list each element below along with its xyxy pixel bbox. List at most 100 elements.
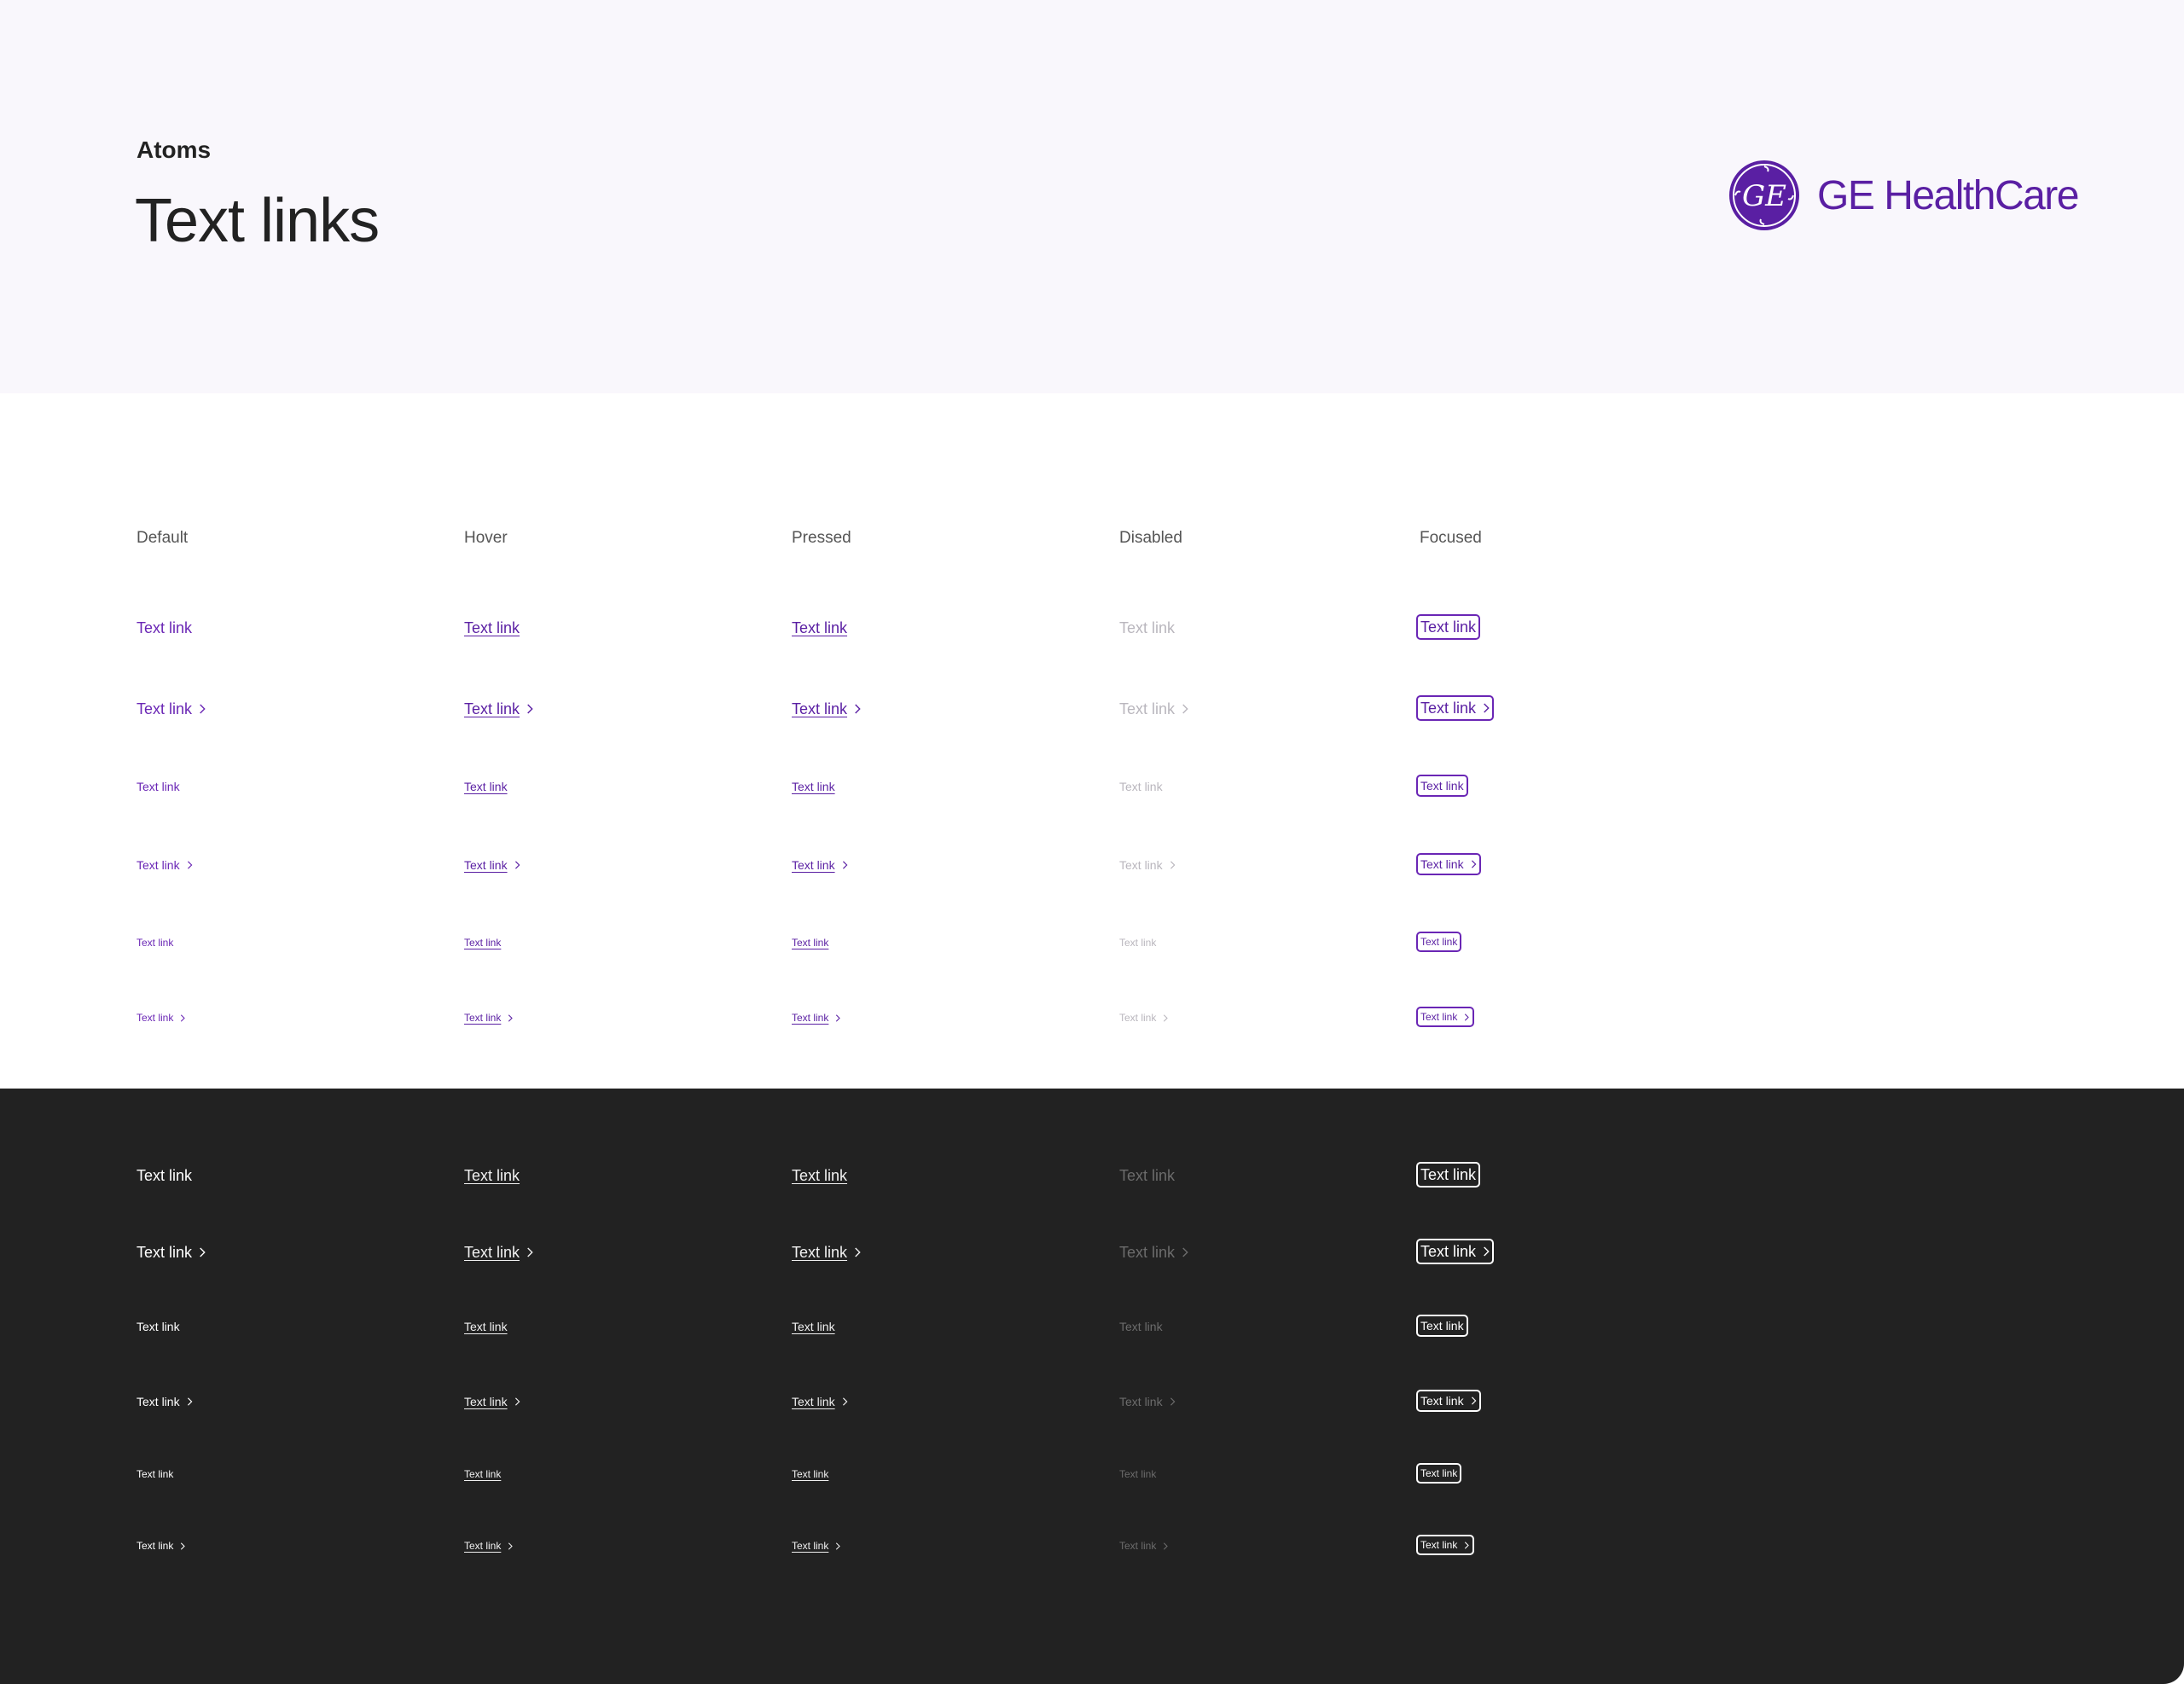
text-link-label: Text link	[464, 1468, 502, 1480]
text-link-label: Text link	[1119, 1244, 1176, 1261]
text-link-light-default-small-chevron[interactable]: Text link	[136, 1013, 186, 1023]
text-link-dark-default-medium[interactable]: Text link	[136, 1321, 180, 1333]
dark-theme-section	[0, 1089, 2184, 1684]
text-link-light-default-medium[interactable]: Text link	[136, 781, 180, 793]
text-link-light-focused-large[interactable]: Text link	[1416, 614, 1481, 640]
text-link-light-hover-small[interactable]: Text link	[464, 938, 501, 948]
column-header-focused: Focused	[1420, 529, 1482, 547]
page-title: Text links	[135, 187, 380, 255]
text-link-dark-default-large-chevron[interactable]: Text link	[136, 1245, 206, 1260]
text-link-dark-hover-small[interactable]: Text link	[464, 1469, 501, 1479]
text-link-dark-focused-large[interactable]: Text link	[1416, 1162, 1481, 1188]
text-link-light-pressed-small[interactable]: Text link	[792, 938, 828, 948]
text-link-light-hover-large-chevron[interactable]: Text link	[464, 701, 533, 717]
text-link-dark-default-small[interactable]: Text link	[136, 1469, 173, 1479]
text-link-label: Text link	[1119, 619, 1176, 636]
text-link-light-hover-large[interactable]: Text link	[464, 620, 520, 636]
text-link-dark-hover-medium[interactable]: Text link	[464, 1321, 508, 1333]
text-link-dark-pressed-large-chevron[interactable]: Text link	[792, 1245, 861, 1260]
text-link-dark-disabled-large: Text link	[1119, 1168, 1175, 1183]
chevron-right-icon	[835, 1542, 841, 1550]
chevron-right-icon	[180, 1542, 186, 1550]
text-link-light-focused-medium-chevron[interactable]: Text link	[1416, 853, 1481, 875]
text-link-light-hover-medium[interactable]: Text link	[464, 781, 508, 793]
chevron-right-icon	[835, 1013, 841, 1022]
chevron-right-icon	[1471, 1397, 1477, 1405]
text-link-dark-focused-medium[interactable]: Text link	[1416, 1315, 1468, 1337]
section-eyebrow: Atoms	[136, 136, 212, 163]
chevron-right-icon	[187, 861, 193, 869]
text-link-light-default-small[interactable]: Text link	[136, 938, 173, 948]
chevron-right-icon	[199, 704, 206, 714]
text-link-label: Text link	[136, 1540, 174, 1552]
text-link-light-hover-medium-chevron[interactable]: Text link	[464, 859, 520, 871]
text-link-label: Text link	[1119, 1540, 1157, 1552]
text-link-light-default-medium-chevron[interactable]: Text link	[136, 859, 193, 871]
chevron-right-icon	[1471, 860, 1477, 868]
text-link-label: Text link	[1420, 1467, 1458, 1479]
text-link-light-focused-small-chevron[interactable]: Text link	[1416, 1007, 1474, 1027]
text-link-label: Text link	[464, 619, 520, 636]
text-link-label: Text link	[792, 700, 848, 717]
text-link-light-pressed-small-chevron[interactable]: Text link	[792, 1013, 841, 1023]
text-link-label: Text link	[464, 1540, 502, 1552]
text-link-light-default-large[interactable]: Text link	[136, 620, 192, 636]
text-link-dark-hover-medium-chevron[interactable]: Text link	[464, 1396, 520, 1408]
chevron-right-icon	[526, 1247, 533, 1257]
text-link-dark-hover-small-chevron[interactable]: Text link	[464, 1541, 514, 1551]
chevron-right-icon	[1483, 1246, 1490, 1257]
chevron-right-icon	[526, 704, 533, 714]
text-link-dark-focused-large-chevron[interactable]: Text link	[1416, 1239, 1495, 1264]
chevron-right-icon	[508, 1013, 514, 1022]
text-link-light-default-large-chevron[interactable]: Text link	[136, 701, 206, 717]
text-link-light-disabled-small: Text link	[1119, 938, 1156, 948]
text-link-label: Text link	[464, 1395, 508, 1408]
ge-monogram-icon: GE	[1729, 160, 1799, 230]
text-link-light-pressed-medium[interactable]: Text link	[792, 781, 835, 793]
text-link-light-disabled-large: Text link	[1119, 620, 1175, 636]
text-link-label: Text link	[1119, 1167, 1176, 1184]
text-link-light-disabled-medium: Text link	[1119, 781, 1163, 793]
text-link-light-disabled-small-chevron: Text link	[1119, 1013, 1169, 1023]
text-link-light-disabled-large-chevron: Text link	[1119, 701, 1188, 717]
text-link-light-pressed-medium-chevron[interactable]: Text link	[792, 859, 848, 871]
text-link-label: Text link	[464, 780, 508, 793]
text-link-dark-focused-medium-chevron[interactable]: Text link	[1416, 1390, 1481, 1412]
text-link-label: Text link	[1119, 1012, 1157, 1024]
text-link-light-focused-large-chevron[interactable]: Text link	[1416, 695, 1495, 721]
text-link-dark-focused-small[interactable]: Text link	[1416, 1463, 1462, 1484]
text-link-dark-default-large[interactable]: Text link	[136, 1168, 192, 1183]
text-link-light-pressed-large-chevron[interactable]: Text link	[792, 701, 861, 717]
text-link-label: Text link	[792, 780, 835, 793]
text-link-dark-default-medium-chevron[interactable]: Text link	[136, 1396, 193, 1408]
chevron-right-icon	[1483, 703, 1490, 713]
chevron-right-icon	[199, 1247, 206, 1257]
text-link-dark-pressed-medium-chevron[interactable]: Text link	[792, 1396, 848, 1408]
column-header-hover: Hover	[464, 529, 508, 547]
text-link-dark-disabled-medium: Text link	[1119, 1321, 1163, 1333]
chevron-right-icon	[854, 704, 861, 714]
text-link-light-hover-small-chevron[interactable]: Text link	[464, 1013, 514, 1023]
text-link-label: Text link	[1420, 1539, 1458, 1551]
text-link-dark-pressed-large[interactable]: Text link	[792, 1168, 847, 1183]
text-link-label: Text link	[1119, 700, 1176, 717]
text-link-dark-hover-large-chevron[interactable]: Text link	[464, 1245, 533, 1260]
text-link-label: Text link	[792, 1244, 848, 1261]
text-link-dark-pressed-medium[interactable]: Text link	[792, 1321, 835, 1333]
chevron-right-icon	[842, 1397, 848, 1406]
text-link-dark-hover-large[interactable]: Text link	[464, 1168, 520, 1183]
text-link-dark-pressed-small-chevron[interactable]: Text link	[792, 1541, 841, 1551]
chevron-right-icon	[1464, 1013, 1470, 1021]
text-link-light-pressed-large[interactable]: Text link	[792, 620, 847, 636]
text-link-label: Text link	[464, 1244, 520, 1261]
text-link-label: Text link	[1119, 1395, 1163, 1408]
text-link-dark-pressed-small[interactable]: Text link	[792, 1469, 828, 1479]
text-link-light-focused-small[interactable]: Text link	[1416, 932, 1462, 952]
text-link-label: Text link	[136, 1167, 193, 1184]
chevron-right-icon	[1163, 1013, 1169, 1022]
text-link-dark-default-small-chevron[interactable]: Text link	[136, 1541, 186, 1551]
text-link-label: Text link	[136, 1468, 174, 1480]
text-link-light-focused-medium[interactable]: Text link	[1416, 775, 1468, 797]
text-link-label: Text link	[136, 780, 180, 793]
text-link-dark-focused-small-chevron[interactable]: Text link	[1416, 1535, 1474, 1555]
